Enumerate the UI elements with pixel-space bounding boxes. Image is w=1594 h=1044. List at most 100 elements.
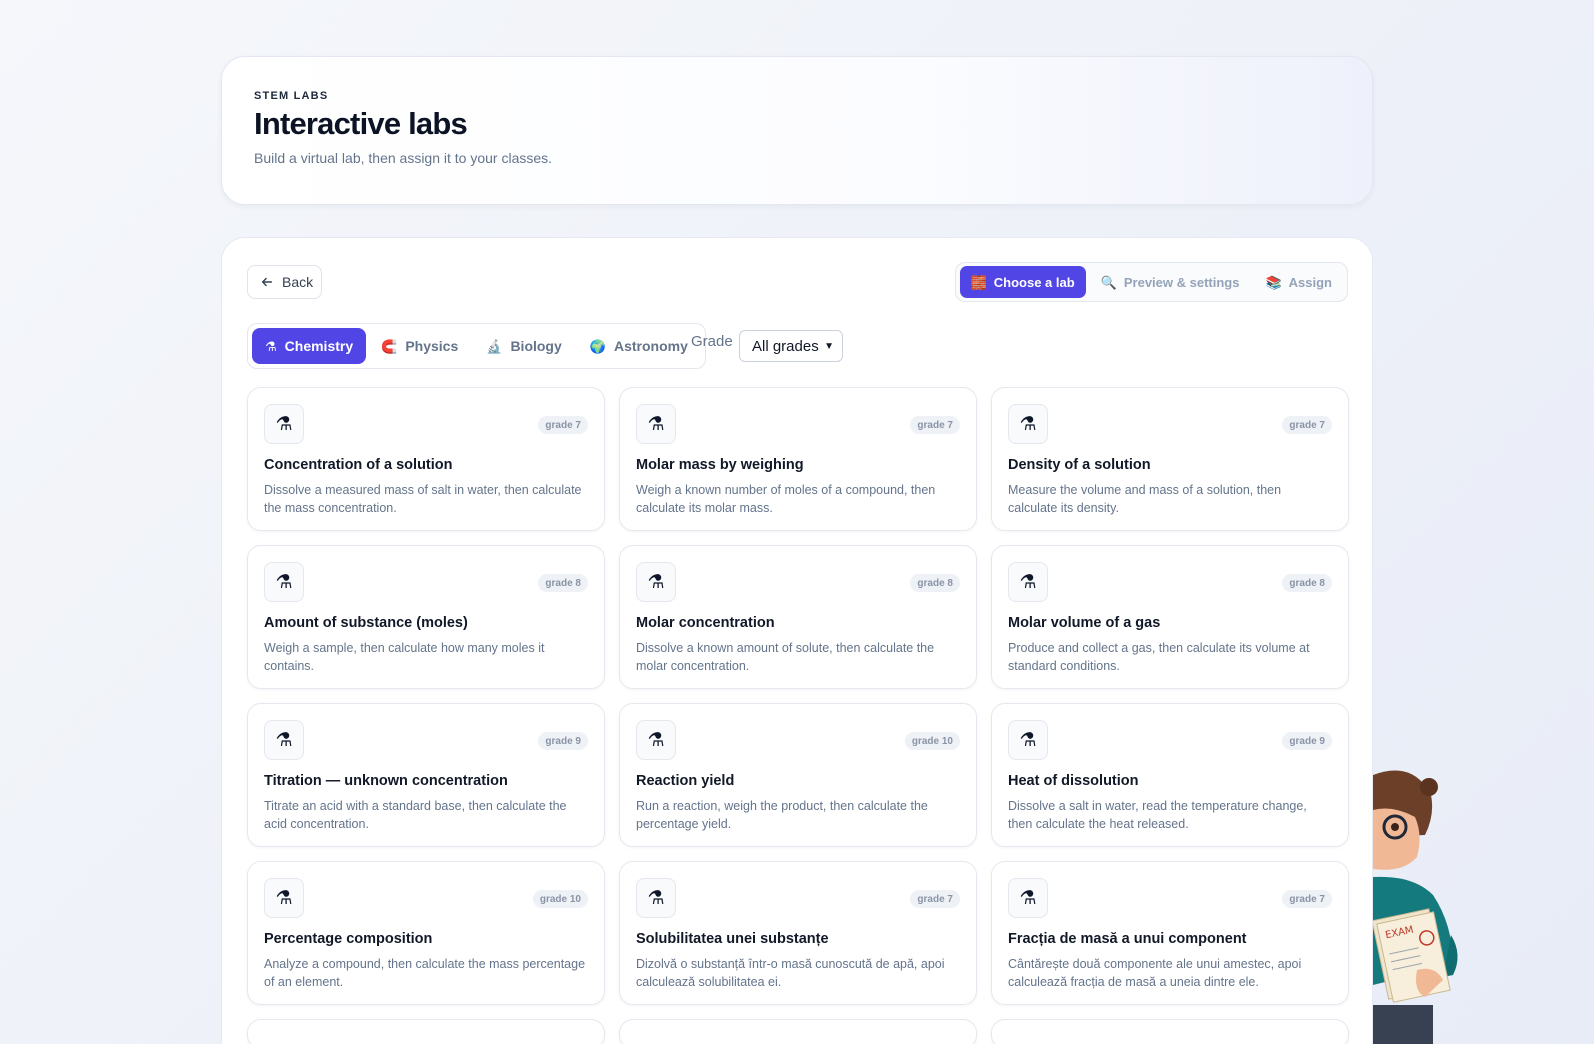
- lab-description: Titrate an acid with a standard base, th…: [264, 799, 567, 831]
- lab-title: Solubilitatea unei substanțe: [636, 931, 829, 947]
- lab-title: Molar concentration: [636, 615, 775, 631]
- grade-badge: grade 9: [538, 732, 588, 750]
- lab-title: Concentration of a solution: [264, 457, 453, 473]
- tab-label: Astronomy: [613, 338, 688, 354]
- tab-label: Biology: [510, 338, 562, 354]
- lab-description: Produce and collect a gas, then calculat…: [1008, 641, 1310, 673]
- arrow-left-icon: [261, 277, 273, 287]
- grade-badge: grade 7: [1282, 416, 1332, 434]
- magnifier-icon: 🔍: [1100, 274, 1117, 290]
- tab-astronomy[interactable]: 🌍 Astronomy: [577, 328, 701, 364]
- lab-title: Titration — unknown concentration: [264, 773, 508, 789]
- page-header: STEM LABS Interactive labs Build a virtu…: [221, 56, 1373, 205]
- grade-badge: grade 7: [910, 416, 960, 434]
- lab-description: Dissolve a measured mass of salt in wate…: [264, 483, 582, 515]
- lab-description: Weigh a sample, then calculate how many …: [264, 641, 545, 673]
- grade-badge: grade 10: [904, 732, 960, 750]
- step-label: Assign: [1288, 274, 1332, 290]
- teacher-mascot-illustration: EXAM: [1373, 765, 1463, 1044]
- lab-description: Measure the volume and mass of a solutio…: [1008, 483, 1282, 515]
- tab-physics[interactable]: 🧲 Physics: [368, 328, 471, 364]
- flask-icon: ⚗: [1008, 720, 1048, 760]
- lab-card[interactable]: ⚗ grade 8 Molar volume of a gas Produce and…: [991, 545, 1349, 689]
- books-icon: 📚: [1265, 274, 1282, 290]
- back-button[interactable]: Back: [247, 265, 322, 299]
- chevron-down-icon: ▼: [824, 340, 834, 352]
- flask-icon: ⚗: [636, 404, 676, 444]
- lab-grid: ⚗ grade 7 Concentration of a solution Disso…: [247, 387, 1349, 1044]
- page-title: Interactive labs: [254, 106, 468, 141]
- flask-icon: ⚗: [1008, 404, 1048, 444]
- step-label: Preview & settings: [1123, 274, 1240, 290]
- lab-card[interactable]: ⚗ grade 9 Titration — unknown concentratio…: [247, 703, 605, 847]
- flask-icon: ⚗: [264, 562, 304, 602]
- grade-badge: grade 7: [538, 416, 588, 434]
- lab-description: Dissolve a salt in water, read the tempe…: [1008, 799, 1307, 831]
- lab-title: Percentage composition: [264, 931, 433, 947]
- flask-icon: ⚗: [264, 720, 304, 760]
- lab-description: Run a reaction, weigh the product, then …: [636, 799, 928, 831]
- step-assign[interactable]: 📚 Assign: [1254, 266, 1343, 298]
- flask-icon: ⚗: [636, 878, 676, 918]
- lab-card[interactable]: ⚗ grade 7 Solubilitatea unei substanțe Dizo…: [619, 861, 977, 1005]
- flask-icon: ⚗: [1008, 878, 1048, 918]
- grade-badge: grade 8: [1282, 574, 1332, 592]
- grade-select-value: All grades: [752, 337, 819, 355]
- blocks-icon: 🧱: [970, 274, 987, 290]
- lab-title: Reaction yield: [636, 773, 735, 789]
- lab-description: Cântărește două componente ale unui ames…: [1008, 957, 1302, 989]
- lab-description: Analyze a compound, then calculate the m…: [264, 957, 586, 989]
- lab-picker-panel: Back 🧱 Choose a lab 🔍 Preview & settings…: [221, 237, 1373, 1044]
- lab-description: Weigh a known number of moles of a compo…: [636, 483, 936, 515]
- magnet-icon: 🧲: [381, 338, 398, 354]
- grade-badge: grade 7: [1282, 890, 1332, 908]
- lab-card[interactable]: ⚗ grade 7 Density of a solution Measure the…: [991, 387, 1349, 531]
- lab-card[interactable]: ⚗ grade 7 Fracția de masă a unui component…: [991, 861, 1349, 1005]
- back-button-label: Back: [282, 274, 314, 290]
- lab-description: Dizolvă o substanță într-o masă cunoscut…: [636, 957, 945, 989]
- tab-biology[interactable]: 🔬 Biology: [473, 328, 575, 364]
- wizard-steps: 🧱 Choose a lab 🔍 Preview & settings 📚 As…: [954, 262, 1348, 302]
- tab-chemistry[interactable]: ⚗ Chemistry: [252, 328, 367, 364]
- lab-card[interactable]: ⚗ grade 10 Percentage composition Analyze a…: [247, 861, 605, 1005]
- step-choose-lab[interactable]: 🧱 Choose a lab: [959, 266, 1086, 298]
- page-subtitle: Build a virtual lab, then assign it to y…: [254, 150, 553, 166]
- lab-card[interactable]: [991, 1019, 1349, 1044]
- grade-badge: grade 8: [538, 574, 588, 592]
- lab-card[interactable]: [619, 1019, 977, 1044]
- lab-card[interactable]: ⚗ grade 8 Amount of substance (moles) Weigh…: [247, 545, 605, 689]
- flask-icon: ⚗: [264, 878, 304, 918]
- lab-card[interactable]: ⚗ grade 8 Molar concentration Dissolve a kn…: [619, 545, 977, 689]
- lab-title: Fracția de masă a unui component: [1008, 931, 1247, 947]
- flask-icon: ⚗: [636, 562, 676, 602]
- grade-badge: grade 9: [1282, 732, 1332, 750]
- tab-label: Physics: [405, 338, 459, 354]
- flask-icon: ⚗: [265, 338, 277, 354]
- grade-filter-label: Grade: [691, 333, 733, 350]
- flask-icon: ⚗: [264, 404, 304, 444]
- lab-card[interactable]: ⚗ grade 10 Reaction yield Run a reaction, w…: [619, 703, 977, 847]
- lab-card[interactable]: ⚗ grade 7 Concentration of a solution Disso…: [247, 387, 605, 531]
- flask-icon: ⚗: [636, 720, 676, 760]
- grade-badge: grade 7: [910, 890, 960, 908]
- lab-card[interactable]: ⚗ grade 9 Heat of dissolution Dissolve a sa…: [991, 703, 1349, 847]
- lab-title: Heat of dissolution: [1008, 773, 1139, 789]
- subject-tabs: ⚗ Chemistry 🧲 Physics 🔬 Biology 🌍 Astron…: [247, 323, 706, 369]
- lab-title: Amount of substance (moles): [264, 615, 468, 631]
- grade-select[interactable]: All grades ▼: [739, 330, 843, 362]
- lab-card[interactable]: [247, 1019, 605, 1044]
- lab-title: Density of a solution: [1008, 457, 1151, 473]
- lab-title: Molar mass by weighing: [636, 457, 804, 473]
- grade-badge: grade 8: [910, 574, 960, 592]
- flask-icon: ⚗: [1008, 562, 1048, 602]
- step-preview-settings[interactable]: 🔍 Preview & settings: [1090, 266, 1251, 298]
- lab-description: Dissolve a known amount of solute, then …: [636, 641, 935, 673]
- lab-title: Molar volume of a gas: [1008, 615, 1161, 631]
- tab-label: Chemistry: [284, 338, 354, 354]
- eyebrow-label: STEM LABS: [254, 90, 329, 102]
- grade-badge: grade 10: [532, 890, 588, 908]
- lab-card[interactable]: ⚗ grade 7 Molar mass by weighing Weigh a kn…: [619, 387, 977, 531]
- globe-icon: 🌍: [589, 338, 606, 354]
- microscope-icon: 🔬: [486, 338, 503, 354]
- step-label: Choose a lab: [993, 274, 1075, 290]
